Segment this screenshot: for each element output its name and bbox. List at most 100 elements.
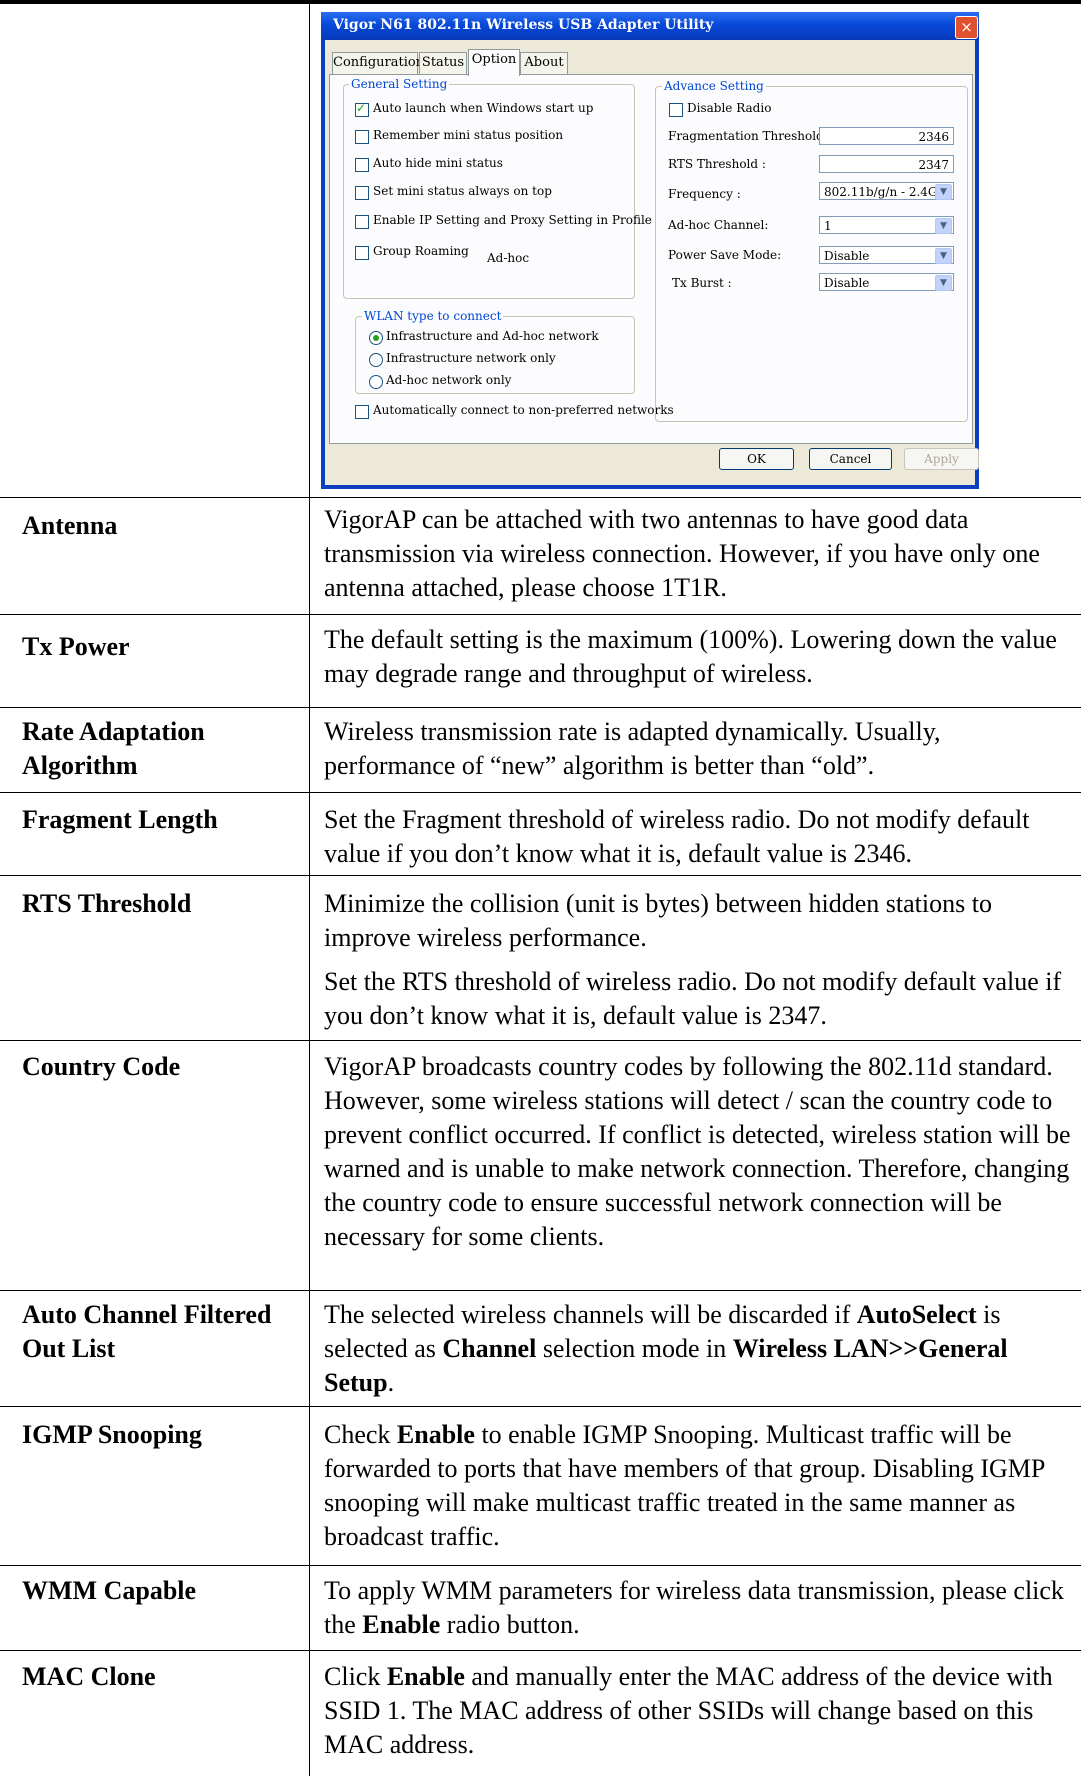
row-desc-wmm-capable: To apply WMM parameters for wireless dat…: [324, 1574, 1074, 1642]
auto-connect-label: Automatically connect to non-preferred n…: [373, 403, 674, 417]
desc-paragraph: VigorAP can be attached with two antenna…: [324, 505, 1040, 602]
general-setting-legend: General Setting: [349, 77, 450, 91]
adhoc-text: Ad-hoc: [487, 251, 530, 265]
always-on-top-label: Set mini status always on top: [373, 184, 552, 198]
row-desc-tx-power: The default setting is the maximum (100%…: [324, 623, 1074, 691]
desc-text: selection mode in: [536, 1334, 733, 1363]
auto-launch-label: Auto launch when Windows start up: [373, 101, 594, 115]
infra-only-label: Infrastructure network only: [386, 351, 556, 365]
row-divider: [0, 1650, 1081, 1651]
frequency-select[interactable]: 802.11b/g/n - 2.4GH ▼: [819, 182, 954, 200]
desc-bold-text: Channel: [442, 1334, 537, 1363]
desc-paragraph: The default setting is the maximum (100%…: [324, 625, 1057, 688]
row-label-rate-adaptation: Rate Adaptation Algorithm: [22, 717, 205, 780]
row-label-igmp-snooping: IGMP Snooping: [22, 1420, 202, 1449]
disable-radio-checkbox[interactable]: [669, 103, 683, 117]
dialog-titlebar: Vigor N61 802.11n Wireless USB Adapter U…: [321, 12, 979, 40]
adhoc-only-label: Ad-hoc network only: [386, 373, 512, 387]
ip-proxy-checkbox[interactable]: [355, 215, 369, 229]
row-desc-auto-channel: The selected wireless channels will be d…: [324, 1298, 1074, 1400]
desc-text: radio button.: [440, 1610, 580, 1639]
row-divider: [0, 1040, 1081, 1041]
tab-status[interactable]: Status: [419, 52, 467, 76]
tab-about[interactable]: About: [520, 52, 568, 76]
rts-input[interactable]: 2347: [819, 155, 954, 173]
fragmentation-label: Fragmentation Threshold :: [668, 129, 832, 143]
always-on-top-checkbox[interactable]: [355, 186, 369, 200]
infra-only-radio[interactable]: [369, 353, 383, 367]
auto-connect-checkbox[interactable]: [355, 405, 369, 419]
desc-bold-text: Enable: [362, 1610, 441, 1639]
desc-paragraph: Set the Fragment threshold of wireless r…: [324, 805, 1030, 868]
desc-bold-text: Enable: [396, 1420, 475, 1449]
row-desc-mac-clone: Click Enable and manually enter the MAC …: [324, 1660, 1074, 1762]
disable-radio-label: Disable Radio: [687, 101, 772, 115]
desc-bold-text: Enable: [386, 1662, 465, 1691]
desc-text: .: [387, 1368, 395, 1397]
row-desc-igmp-snooping: Check Enable to enable IGMP Snooping. Mu…: [324, 1418, 1074, 1554]
row-label-rts-threshold: RTS Threshold: [22, 889, 192, 918]
table-column-divider: [309, 0, 310, 1776]
ip-proxy-label: Enable IP Setting and Proxy Setting in P…: [373, 213, 652, 227]
power-save-label: Power Save Mode:: [668, 248, 782, 262]
cancel-button[interactable]: Cancel: [809, 448, 892, 470]
desc-bold-text: AutoSelect: [856, 1300, 977, 1329]
auto-launch-checkbox[interactable]: [355, 101, 369, 117]
adhoc-channel-select[interactable]: 1 ▼: [819, 216, 954, 234]
row-divider: [0, 875, 1081, 876]
row-label-fragment-length: Fragment Length: [22, 805, 218, 834]
desc-paragraph: Set the RTS threshold of wireless radio.…: [324, 967, 1062, 1030]
row-desc-antenna: VigorAP can be attached with two antenna…: [324, 503, 1074, 605]
row-label-auto-channel: Auto Channel Filtered Out List: [22, 1300, 272, 1363]
ok-button[interactable]: OK: [719, 448, 794, 470]
wlan-type-legend: WLAN type to connect: [362, 309, 504, 323]
power-save-value: Disable: [824, 249, 870, 263]
frequency-value: 802.11b/g/n - 2.4GH: [824, 185, 948, 199]
row-divider: [0, 497, 1081, 498]
infra-adhoc-label: Infrastructure and Ad-hoc network: [386, 329, 599, 343]
desc-paragraph: VigorAP broadcasts country codes by foll…: [324, 1052, 1071, 1251]
desc-text: Click: [324, 1662, 387, 1691]
power-save-select[interactable]: Disable ▼: [819, 246, 954, 264]
row-label-mac-clone: MAC Clone: [22, 1662, 156, 1691]
desc-text: The selected wireless channels will be d…: [324, 1300, 857, 1329]
row-label-antenna: Antenna: [22, 511, 118, 540]
group-roaming-label: Group Roaming: [373, 244, 469, 258]
apply-button[interactable]: Apply: [904, 448, 979, 470]
row-label-wmm-capable: WMM Capable: [22, 1576, 197, 1605]
desc-paragraph: Minimize the collision (unit is bytes) b…: [324, 889, 992, 952]
chevron-down-icon[interactable]: ▼: [935, 275, 952, 291]
row-divider: [0, 792, 1081, 793]
chevron-down-icon[interactable]: ▼: [935, 248, 952, 264]
auto-hide-label: Auto hide mini status: [373, 156, 503, 170]
tx-burst-label: Tx Burst :: [672, 276, 732, 290]
chevron-down-icon[interactable]: ▼: [935, 184, 952, 200]
row-desc-country-code: VigorAP broadcasts country codes by foll…: [324, 1050, 1074, 1254]
row-divider: [0, 707, 1081, 708]
close-icon[interactable]: ×: [955, 16, 978, 39]
row-label-tx-power: Tx Power: [22, 632, 130, 661]
remember-position-checkbox[interactable]: [355, 130, 369, 144]
tab-option[interactable]: Option: [468, 49, 520, 76]
row-divider: [0, 1406, 1081, 1407]
top-border: [0, 0, 1081, 4]
advance-setting-legend: Advance Setting: [662, 79, 766, 93]
row-divider: [0, 614, 1081, 615]
tab-configuration[interactable]: Configuration: [332, 52, 424, 76]
desc-text: Check: [324, 1420, 397, 1449]
fragmentation-input[interactable]: 2346: [819, 127, 954, 145]
group-roaming-checkbox[interactable]: [355, 246, 369, 260]
tx-burst-select[interactable]: Disable ▼: [819, 273, 954, 291]
infra-adhoc-radio[interactable]: [369, 331, 383, 345]
row-desc-rate-adaptation: Wireless transmission rate is adapted dy…: [324, 715, 1074, 783]
remember-position-label: Remember mini status position: [373, 128, 564, 142]
auto-hide-checkbox[interactable]: [355, 158, 369, 172]
row-desc-fragment-length: Set the Fragment threshold of wireless r…: [324, 803, 1074, 871]
row-label-country-code: Country Code: [22, 1052, 181, 1081]
dialog-title: Vigor N61 802.11n Wireless USB Adapter U…: [333, 17, 714, 33]
frequency-label: Frequency :: [668, 187, 741, 201]
chevron-down-icon[interactable]: ▼: [935, 218, 952, 234]
adhoc-only-radio[interactable]: [369, 375, 383, 389]
row-divider: [0, 1290, 1081, 1291]
adhoc-channel-label: Ad-hoc Channel:: [668, 218, 769, 232]
